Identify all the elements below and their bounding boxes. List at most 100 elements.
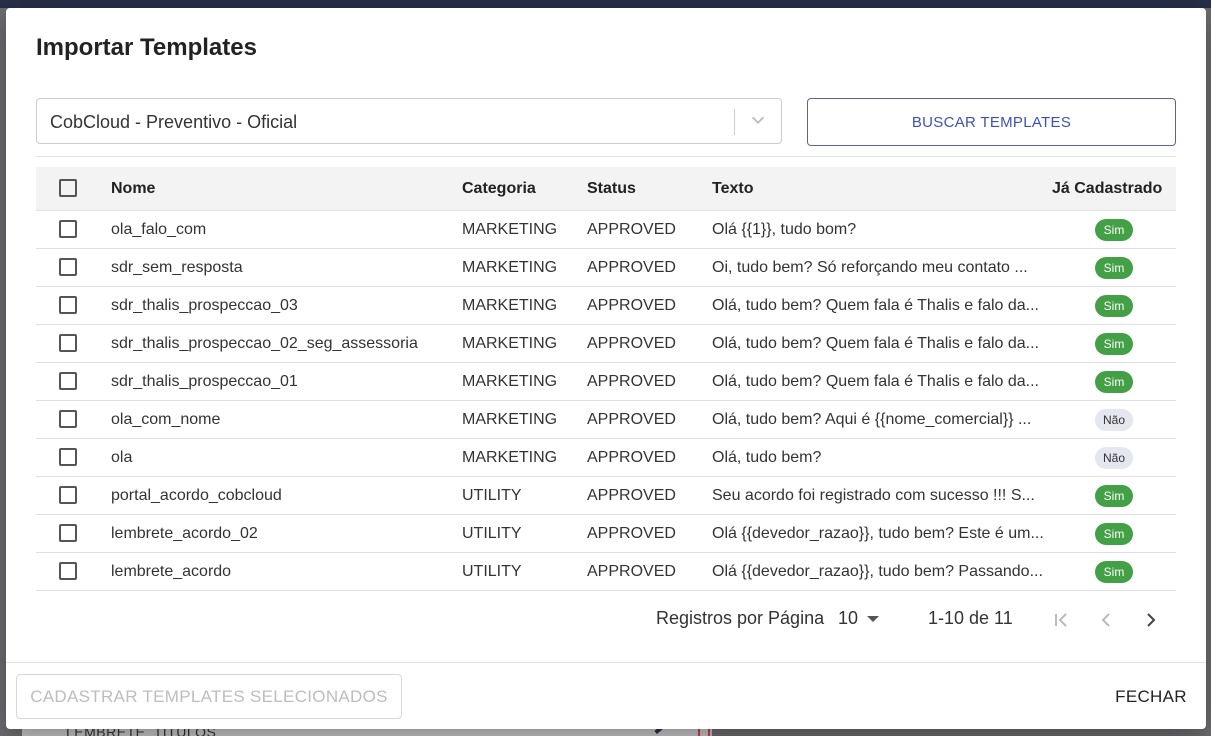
cell-categoria: MARKETING bbox=[462, 286, 587, 325]
row-checkbox[interactable] bbox=[59, 524, 77, 543]
cell-nome: ola bbox=[111, 438, 462, 477]
cell-nome: sdr_thalis_prospeccao_03 bbox=[111, 286, 462, 325]
header-nome[interactable]: Nome bbox=[111, 167, 462, 211]
cell-categoria: MARKETING bbox=[462, 362, 587, 401]
header-categoria[interactable]: Categoria bbox=[462, 167, 587, 211]
cell-ja-cadastrado: Sim bbox=[1052, 362, 1176, 401]
cell-nome: lembrete_acordo bbox=[111, 552, 462, 591]
cell-nome: sdr_thalis_prospeccao_01 bbox=[111, 362, 462, 401]
divider bbox=[36, 156, 1176, 157]
chevron-down-icon[interactable] bbox=[749, 111, 767, 129]
row-checkbox[interactable] bbox=[59, 220, 77, 239]
table-row[interactable]: lembrete_acordo UTILITY APPROVED Olá {{deve… bbox=[36, 552, 1176, 591]
cell-status: APPROVED bbox=[587, 210, 712, 249]
cell-ja-cadastrado: Sim bbox=[1052, 248, 1176, 287]
table-header-row: Nome Categoria Status Texto Já Cadastrad… bbox=[36, 167, 1176, 211]
cell-status: APPROVED bbox=[587, 400, 712, 439]
row-checkbox[interactable] bbox=[59, 296, 77, 315]
status-badge: Sim bbox=[1095, 294, 1133, 317]
cell-nome: lembrete_acordo_02 bbox=[111, 514, 462, 553]
table-row[interactable]: ola_falo_com MARKETING APPROVED Olá {{1}}, … bbox=[36, 210, 1176, 249]
select-separator bbox=[734, 109, 735, 135]
table-row[interactable]: ola MARKETING APPROVED Olá, tudo bem? Não bbox=[36, 438, 1176, 477]
row-select-cell bbox=[36, 400, 111, 439]
account-select[interactable]: CobCloud - Preventivo - Oficial bbox=[36, 98, 782, 144]
cell-status: APPROVED bbox=[587, 248, 712, 287]
table-row[interactable]: ola_com_nome MARKETING APPROVED Olá, tudo b… bbox=[36, 400, 1176, 439]
select-all-checkbox[interactable] bbox=[59, 179, 77, 198]
table-row[interactable]: lembrete_acordo_02 UTILITY APPROVED Olá {{d… bbox=[36, 514, 1176, 553]
cell-categoria: UTILITY bbox=[462, 476, 587, 515]
fechar-button[interactable]: FECHAR bbox=[1106, 684, 1196, 710]
status-badge: Sim bbox=[1095, 370, 1133, 393]
status-badge: Sim bbox=[1095, 484, 1133, 507]
next-page-icon[interactable] bbox=[1141, 610, 1161, 630]
table-row[interactable]: sdr_thalis_prospeccao_01 MARKETING APPROVE… bbox=[36, 362, 1176, 401]
cell-status: APPROVED bbox=[587, 476, 712, 515]
row-checkbox[interactable] bbox=[59, 410, 77, 429]
header-texto[interactable]: Texto bbox=[712, 167, 1052, 211]
cell-texto: Olá, tudo bem? Aqui é {{nome_comercial}}… bbox=[712, 400, 1052, 439]
cell-ja-cadastrado: Sim bbox=[1052, 552, 1176, 591]
row-select-cell bbox=[36, 362, 111, 401]
cell-nome: sdr_thalis_prospeccao_02_seg_assessoria bbox=[111, 324, 462, 363]
caret-down-icon[interactable] bbox=[867, 616, 879, 622]
row-select-cell bbox=[36, 514, 111, 553]
cell-categoria: MARKETING bbox=[462, 400, 587, 439]
footer-divider bbox=[6, 662, 1206, 663]
header-ja-cadastrado[interactable]: Já Cadastrado bbox=[1052, 167, 1176, 211]
row-select-cell bbox=[36, 210, 111, 249]
status-badge: Sim bbox=[1095, 332, 1133, 355]
dialog-title: Importar Templates bbox=[36, 34, 257, 61]
cell-texto: Olá, tudo bem? Quem fala é Thalis e falo… bbox=[712, 286, 1052, 325]
cell-ja-cadastrado: Sim bbox=[1052, 476, 1176, 515]
cell-categoria: MARKETING bbox=[462, 210, 587, 249]
cell-ja-cadastrado: Sim bbox=[1052, 324, 1176, 363]
cell-status: APPROVED bbox=[587, 514, 712, 553]
row-select-cell bbox=[36, 552, 111, 591]
status-badge: Não bbox=[1094, 408, 1133, 431]
table-row[interactable]: sdr_thalis_prospeccao_03 MARKETING APPROVE… bbox=[36, 286, 1176, 325]
cell-categoria: UTILITY bbox=[462, 552, 587, 591]
account-select-value: CobCloud - Preventivo - Oficial bbox=[50, 112, 298, 132]
cell-status: APPROVED bbox=[587, 324, 712, 363]
cell-status: APPROVED bbox=[587, 438, 712, 477]
status-badge: Sim bbox=[1095, 560, 1133, 583]
table-row[interactable]: sdr_sem_resposta MARKETING APPROVED Oi, tud… bbox=[36, 248, 1176, 287]
cell-texto: Seu acordo foi registrado com sucesso !!… bbox=[712, 476, 1052, 515]
row-select-cell bbox=[36, 476, 111, 515]
rows-per-page-select[interactable]: 10 bbox=[838, 608, 858, 629]
status-badge: Sim bbox=[1095, 218, 1133, 241]
table-row[interactable]: sdr_thalis_prospeccao_02_seg_assessoria M… bbox=[36, 324, 1176, 363]
cell-texto: Olá, tudo bem? bbox=[712, 438, 1052, 477]
row-checkbox[interactable] bbox=[59, 448, 77, 467]
page-range: 1-10 de 11 bbox=[928, 608, 1013, 628]
cell-status: APPROVED bbox=[587, 362, 712, 401]
row-select-cell bbox=[36, 324, 111, 363]
row-checkbox[interactable] bbox=[59, 486, 77, 505]
cell-categoria: MARKETING bbox=[462, 324, 587, 363]
cell-ja-cadastrado: Não bbox=[1052, 438, 1176, 477]
buscar-templates-button[interactable]: BUSCAR TEMPLATES bbox=[807, 98, 1176, 146]
backdrop-header bbox=[0, 0, 1211, 8]
row-checkbox[interactable] bbox=[59, 372, 77, 391]
cell-categoria: UTILITY bbox=[462, 514, 587, 553]
cell-nome: sdr_sem_resposta bbox=[111, 248, 462, 287]
cell-texto: Olá {{1}}, tudo bom? bbox=[712, 210, 1052, 249]
first-page-icon[interactable] bbox=[1051, 610, 1071, 630]
import-templates-dialog: Importar Templates CobCloud - Preventivo… bbox=[6, 8, 1206, 729]
row-select-cell bbox=[36, 286, 111, 325]
row-checkbox[interactable] bbox=[59, 334, 77, 353]
cell-ja-cadastrado: Não bbox=[1052, 400, 1176, 439]
header-status[interactable]: Status bbox=[587, 167, 712, 211]
table-row[interactable]: portal_acordo_cobcloud UTILITY APPROVED Seu… bbox=[36, 476, 1176, 515]
cadastrar-templates-button[interactable]: CADASTRAR TEMPLATES SELECIONADOS bbox=[16, 674, 402, 719]
previous-page-icon[interactable] bbox=[1096, 610, 1116, 630]
status-badge: Sim bbox=[1095, 522, 1133, 545]
row-checkbox[interactable] bbox=[59, 562, 77, 581]
row-select-cell bbox=[36, 248, 111, 287]
cell-texto: Olá, tudo bem? Quem fala é Thalis e falo… bbox=[712, 362, 1052, 401]
row-checkbox[interactable] bbox=[59, 258, 77, 277]
cell-categoria: MARKETING bbox=[462, 438, 587, 477]
cell-texto: Oi, tudo bem? Só reforçando meu contato … bbox=[712, 248, 1052, 287]
